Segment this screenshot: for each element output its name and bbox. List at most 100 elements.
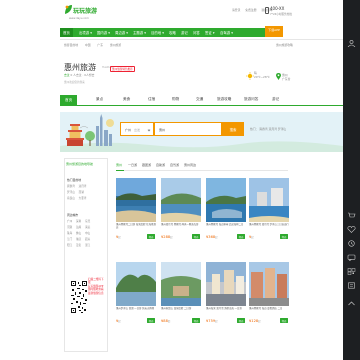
product-card[interactable]: 惠州南昆山 温泉度假 二日游 ¥88起 特价 <box>161 262 201 340</box>
product-tab[interactable]: 一日游 <box>128 163 137 167</box>
product-tab[interactable]: 惠州 <box>116 163 122 167</box>
destination-title: 惠州旅游 <box>64 63 96 72</box>
nav-item-domestic[interactable]: 国内游 ▾ <box>97 30 110 35</box>
back-to-top-icon[interactable] <box>347 300 356 307</box>
search-button[interactable]: 搜索 <box>222 122 244 136</box>
breadcrumb-right-link[interactable]: 惠州旅游攻略 <box>276 43 293 47</box>
product-tab[interactable]: 跟团游 <box>142 163 151 167</box>
nav-item-notes[interactable]: 游记 <box>181 30 188 35</box>
product-tab[interactable]: 自助游 <box>156 163 165 167</box>
product-title[interactable]: 惠州双月湾 巽寮湾 两天一晚海岛游 <box>161 223 201 230</box>
qr-icon[interactable] <box>347 268 356 275</box>
sidebar-link[interactable]: 江门 <box>67 238 72 241</box>
sidebar-link[interactable]: 汕尾 <box>76 226 81 229</box>
sidebar-row: 珠海 佛山 中山 <box>67 231 93 235</box>
tab-notes[interactable]: 游记 <box>272 97 279 102</box>
tab-sights[interactable]: 景点 <box>96 97 103 102</box>
product-card[interactable]: 惠州巽寮湾 海边休闲 品尝海鲜二日 ¥368起 特价 <box>206 178 246 256</box>
hot-word[interactable]: 巽寮湾 <box>259 127 267 131</box>
product-card[interactable]: 惠州海滨 双月湾 游艇出海 一日游 ¥759起 特价 <box>206 262 246 340</box>
destination-tag[interactable]: 惠州旅游特色推荐 <box>110 66 135 72</box>
user-icon[interactable] <box>347 40 356 47</box>
sidebar-link[interactable]: 南昆山 <box>67 197 75 200</box>
logo-leaf-icon <box>65 5 72 14</box>
sidebar-row: 广州 深圳 东莞 <box>67 219 93 223</box>
cart-icon[interactable] <box>347 212 356 219</box>
sidebar-link[interactable]: 韶关 <box>85 238 90 241</box>
nav-item-home[interactable]: 首页 <box>60 28 73 37</box>
product-card[interactable]: 惠州罗浮山 西湖 一日游 纯玩无购物 ¥起 特价 <box>116 262 156 340</box>
product-title[interactable]: 惠州巽寮湾 双月湾 罗浮山三日自由行 <box>249 223 289 230</box>
logo-url: www.dayu.com <box>69 17 89 20</box>
sidebar-link[interactable]: 河源 <box>67 226 72 229</box>
nav-item-visa[interactable]: 签证 ▾ <box>205 30 215 35</box>
sidebar-link[interactable]: 阳江 <box>67 244 72 247</box>
nav-item-outbound[interactable]: 出境游 ▾ <box>79 30 92 35</box>
breadcrumb-item[interactable]: 广东 <box>97 43 103 47</box>
sidebar-link[interactable]: 清远 <box>85 226 90 229</box>
price-value: ¥88 <box>161 319 168 323</box>
sidebar-link[interactable]: 东莞 <box>85 220 90 223</box>
nav-item-selfdrive[interactable]: 自驾游 ▾ <box>220 30 233 35</box>
nav-item-qa[interactable]: 问答 <box>193 30 200 35</box>
nav-item-theme[interactable]: 主题游 ▾ <box>133 30 146 35</box>
product-title[interactable]: 惠州南昆山 温泉度假 二日游 <box>161 307 201 314</box>
product-card[interactable]: 惠州巽寮湾 双月湾 罗浮山三日自由行 ¥起 特价 <box>249 178 289 256</box>
chevron-down-icon <box>147 128 151 132</box>
product-title[interactable]: 惠州海滨 双月湾 游艇出海 一日游 <box>206 307 246 314</box>
product-card[interactable]: 惠州双月湾 巽寮湾 两天一晚海岛游 ¥288起 特价 <box>161 178 201 256</box>
sidebar-link[interactable]: 珠海 <box>67 232 72 235</box>
product-title[interactable]: 惠州巽寮湾二日游 海滨度假 住海景酒店 <box>116 223 156 230</box>
departure-select[interactable]: 广州 出发 <box>120 122 154 136</box>
product-image <box>116 178 156 222</box>
tab-transport[interactable]: 交通 <box>196 97 203 102</box>
product-tab-indicator <box>116 169 124 171</box>
nav-item-guide[interactable]: 攻略 <box>169 30 176 35</box>
tab-home[interactable]: 首页 <box>60 95 78 106</box>
tab-food[interactable]: 美食 <box>123 97 130 102</box>
product-title[interactable]: 惠州巽寮湾 海边休闲 品尝海鲜二日 <box>206 223 246 230</box>
feedback-icon[interactable] <box>347 282 356 289</box>
hotline-number: 400-XX <box>270 6 285 11</box>
sidebar-link[interactable]: 中山 <box>85 232 90 235</box>
sidebar-section-heading: 热门目的地 <box>67 178 81 182</box>
hot-word[interactable]: 双月湾 <box>269 127 277 131</box>
breadcrumb-item[interactable]: 中国 <box>85 43 91 47</box>
sidebar-link[interactable]: 巽寮湾 <box>67 185 75 188</box>
tab-qa[interactable]: 旅游问答 <box>244 97 258 102</box>
product-title[interactable]: 惠州巽寮湾 海边 度假酒店 二日 <box>249 307 289 314</box>
sidebar-link[interactable]: 茂名 <box>76 244 81 247</box>
sidebar-link[interactable]: 肇庆 <box>76 238 81 241</box>
sidebar-link[interactable]: 广州 <box>67 220 72 223</box>
sidebar-link[interactable]: 双月湾 <box>79 185 87 188</box>
breadcrumb-item[interactable]: 旅游目的地 <box>64 43 78 47</box>
product-card[interactable]: 惠州巽寮湾二日游 海滨度假 住海景酒店 ¥起 特价 <box>116 178 156 256</box>
site-logo[interactable]: 玩玩旅游 www.dayu.com <box>64 4 97 26</box>
login-link[interactable]: 请登录 <box>232 8 240 12</box>
sidebar-link[interactable]: 深圳 <box>76 220 81 223</box>
sidebar-link[interactable]: 西湖 <box>79 191 84 194</box>
sidebar-link[interactable]: 罗浮山 <box>67 191 75 194</box>
product-image <box>161 262 201 306</box>
tab-guide[interactable]: 旅游攻略 <box>217 97 231 102</box>
sidebar-link[interactable]: 佛山 <box>76 232 81 235</box>
history-icon[interactable] <box>347 240 356 247</box>
download-app-button[interactable]: 下载APP <box>265 26 283 37</box>
product-tab[interactable]: 自驾游 <box>170 163 179 167</box>
product-card[interactable]: 惠州巽寮湾 海边 度假酒店 二日 ¥128起 特价 <box>249 262 289 340</box>
sidebar-link[interactable]: 湛江 <box>85 244 90 247</box>
product-title[interactable]: 惠州罗浮山 西湖 一日游 纯玩无购物 <box>116 307 156 314</box>
nav-item-nearby[interactable]: 周边游 ▾ <box>115 30 128 35</box>
product-tab[interactable]: 惠州周边 <box>184 163 196 167</box>
register-link[interactable]: 免费注册 <box>245 8 256 12</box>
nav-item-destination[interactable]: 目的地 ▾ <box>151 30 164 35</box>
heart-icon[interactable] <box>347 226 356 233</box>
right-toolbar <box>343 0 360 360</box>
hot-word[interactable]: 罗浮山 <box>278 127 286 131</box>
chat-icon[interactable] <box>347 254 356 261</box>
search-input[interactable]: 惠州 <box>154 122 222 136</box>
sidebar-link[interactable]: 大亚湾 <box>79 197 87 200</box>
tab-shopping[interactable]: 购物 <box>172 97 179 102</box>
product-price: ¥起 <box>116 319 121 323</box>
tab-hotel[interactable]: 住宿 <box>148 97 155 102</box>
